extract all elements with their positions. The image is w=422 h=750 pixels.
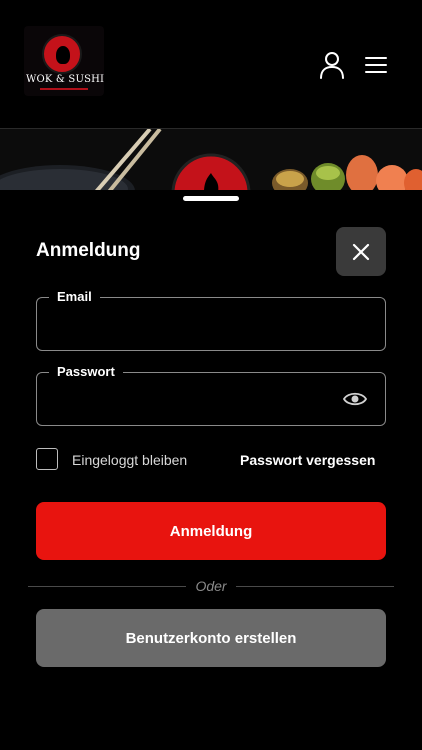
password-input[interactable] bbox=[55, 387, 325, 413]
email-field: Email bbox=[36, 289, 386, 351]
login-sheet: Anmeldung Email Passwort Eingeloggt blei… bbox=[0, 190, 422, 750]
logo-text: WOK & SUSHI bbox=[26, 74, 105, 85]
email-input[interactable] bbox=[55, 312, 325, 338]
logo-underline bbox=[40, 88, 88, 90]
hamburger-menu-icon[interactable] bbox=[362, 52, 390, 78]
eye-icon[interactable] bbox=[342, 389, 368, 409]
login-button[interactable]: Anmeldung bbox=[36, 502, 386, 560]
close-button[interactable] bbox=[336, 227, 386, 276]
or-divider-right bbox=[236, 586, 394, 587]
logo-emblem bbox=[42, 34, 82, 74]
hero-banner-image bbox=[0, 129, 422, 193]
or-label: Oder bbox=[195, 578, 227, 594]
login-title: Anmeldung bbox=[36, 240, 141, 261]
brand-logo[interactable]: WOK & SUSHI bbox=[24, 26, 104, 96]
email-label: Email bbox=[49, 289, 100, 305]
app-header: WOK & SUSHI bbox=[0, 0, 422, 128]
close-icon bbox=[352, 243, 370, 260]
remember-me-label: Eingeloggt bleiben bbox=[72, 452, 188, 468]
create-account-button[interactable]: Benutzerkonto erstellen bbox=[36, 609, 386, 667]
user-icon[interactable] bbox=[318, 50, 346, 80]
password-label: Passwort bbox=[49, 364, 123, 380]
remember-me-checkbox[interactable] bbox=[36, 448, 58, 470]
forgot-password-link[interactable]: Passwort vergessen bbox=[240, 452, 375, 468]
or-divider-left bbox=[28, 586, 186, 587]
password-field: Passwort bbox=[36, 364, 386, 426]
sheet-drag-handle[interactable] bbox=[183, 196, 239, 201]
